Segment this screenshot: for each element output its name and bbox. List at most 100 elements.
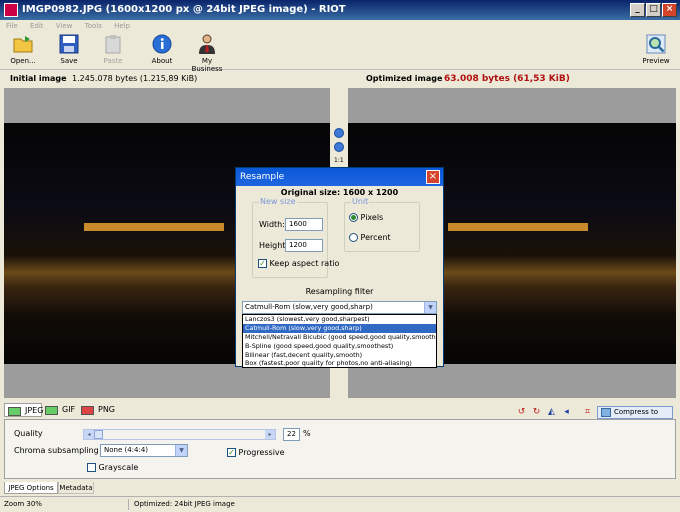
slider-left-arrow-icon[interactable]: ◂ [84,430,94,439]
chroma-subsampling-value: None (4:4:4) [104,446,149,454]
quality-value-input[interactable]: 22 [283,428,300,441]
business-person-icon [197,34,217,54]
filter-option-b-spline[interactable]: B-Spline (good speed,good quality,smooth… [243,342,436,351]
status-divider [128,499,129,510]
zoom-out-icon[interactable] [334,142,344,152]
grayscale-checkbox[interactable]: Grayscale [87,463,138,472]
unit-group: Unit Pixels Percent [344,197,420,252]
width-label: Width: [259,220,285,229]
save-button[interactable]: Save [56,34,82,65]
format-tab-jpeg[interactable]: JPEG [4,403,44,417]
slider-right-arrow-icon[interactable]: ▸ [265,430,275,439]
status-message: Optimized: 24bit JPEG image [134,500,235,508]
quality-label: Quality [14,429,43,438]
save-label: Save [60,57,78,65]
original-size-label: Original size: 1600 x 1200 [280,188,399,197]
tab-jpeg-options[interactable]: JPEG Options [4,482,58,494]
menu-help[interactable]: Help [114,22,130,30]
filter-option-bilinear[interactable]: Bilinear (fast,decent quality,smooth) [243,351,436,360]
initial-image-label: Initial image [10,74,67,83]
optimized-image-label: Optimized image [366,74,443,83]
percent-label: Percent [360,233,391,242]
open-label: Open... [10,57,36,65]
preview-label: Preview [642,57,670,65]
pixels-label: Pixels [360,213,384,222]
resampling-filter-label: Resampling filter [305,287,374,296]
format-tab-png[interactable]: PNG [78,403,118,417]
chroma-subsampling-select[interactable]: None (4:4:4) ▼ [100,444,188,457]
rotate-right-icon[interactable]: ↻ [531,407,542,418]
resampling-filter-dropdown[interactable]: Catmull-Rom (slow,very good,sharp) ▼ [242,301,437,314]
crop-icon[interactable]: ⌗ [582,407,593,418]
format-tab-png-label: PNG [98,405,116,414]
dialog-title-bar: Resample × [236,168,443,186]
pixels-radio-icon [349,213,358,222]
status-bar: Zoom 30% Optimized: 24bit JPEG image [0,496,680,511]
filter-option-lanczos3[interactable]: Lanczos3 (slowest,very good,sharpest) [243,315,436,324]
title-bar: IMGP0982.JPG (1600x1200 px @ 24bit JPEG … [0,0,680,20]
quality-slider-thumb[interactable] [94,430,103,439]
about-button[interactable]: About [148,34,176,65]
filter-options-list: Lanczos3 (slowest,very good,sharpest) Ca… [242,314,437,368]
folder-open-icon [13,34,33,54]
keep-aspect-checkbox[interactable]: ✓ Keep aspect ratio [258,259,339,268]
new-size-legend: New size [259,197,297,206]
compress-to-size-button[interactable]: Compress to size [597,406,673,427]
width-input[interactable]: 1600 [285,218,323,231]
png-format-icon [81,406,94,415]
toolbar: Open... Save Paste About My Business Pre… [0,32,680,73]
menu-file[interactable]: File [6,22,18,30]
about-label: About [151,57,173,65]
menu-edit[interactable]: Edit [30,22,44,30]
maximize-button[interactable]: □ [646,3,661,17]
open-button[interactable]: Open... [8,34,38,65]
filter-option-catmull-rom[interactable]: Catmull-Rom (slow,very good,sharp) [243,323,436,333]
keep-aspect-label: Keep aspect ratio [269,259,340,268]
dialog-title: Resample [240,172,285,182]
paste-button[interactable]: Paste [100,34,126,65]
percent-radio-icon [349,233,358,242]
filter-option-box[interactable]: Box (fastest,poor quality for photos,no … [243,359,436,368]
menu-tools[interactable]: Tools [85,22,102,30]
app-icon [4,3,18,17]
chevron-down-icon[interactable]: ▼ [424,302,436,313]
quality-unit: % [303,429,311,438]
zoom-ratio-label[interactable]: 1:1 [334,157,344,164]
flip-vertical-icon[interactable]: ◂ [561,407,572,418]
format-tab-gif[interactable]: GIF [42,403,78,417]
jpeg-format-icon [8,407,21,416]
preview-button[interactable]: Preview [640,34,672,65]
pixels-radio[interactable]: Pixels [349,213,383,222]
percent-radio[interactable]: Percent [349,233,391,242]
dialog-close-button[interactable]: × [426,170,440,184]
filter-selected-value: Catmull-Rom (slow,very good,sharp) [245,303,373,311]
my-business-button[interactable]: My Business [186,34,228,73]
floppy-disk-icon [59,34,79,54]
menu-view[interactable]: View [56,22,73,30]
grayscale-label: Grayscale [98,463,139,472]
progressive-checkbox[interactable]: ✓ Progressive [227,448,285,457]
grayscale-check-icon [87,463,96,472]
chevron-down-icon[interactable]: ▼ [175,445,187,456]
format-tab-jpeg-label: JPEG [25,406,44,415]
status-zoom: Zoom 30% [4,500,42,508]
filter-option-mitchell[interactable]: Mitchell/Netravali Bicubic (good speed,g… [243,333,436,342]
new-size-group: New size Width: 1600 Height: 1200 ✓ Keep… [252,197,339,278]
height-input[interactable]: 1200 [285,239,323,252]
bridge-lights [448,223,588,231]
window-title: IMGP0982.JPG (1600x1200 px @ 24bit JPEG … [22,4,346,15]
unit-legend: Unit [351,197,370,206]
minimize-button[interactable]: _ [630,3,645,17]
menu-bar: File Edit View Tools Help [0,20,680,32]
quality-slider[interactable]: ◂ ▸ [83,429,276,440]
close-window-button[interactable]: × [662,3,677,17]
info-icon [152,34,172,54]
rotate-left-icon[interactable]: ↺ [516,407,527,418]
bridge-lights [84,223,224,231]
zoom-in-icon[interactable] [334,128,344,138]
tab-metadata[interactable]: Metadata [58,482,94,494]
chroma-subsampling-label: Chroma subsampling [14,446,99,455]
info-bar: Initial image 1.245.078 bytes (1.215,89 … [0,71,680,87]
flip-horizontal-icon[interactable]: ◭ [546,407,557,418]
clipboard-icon [103,34,123,54]
